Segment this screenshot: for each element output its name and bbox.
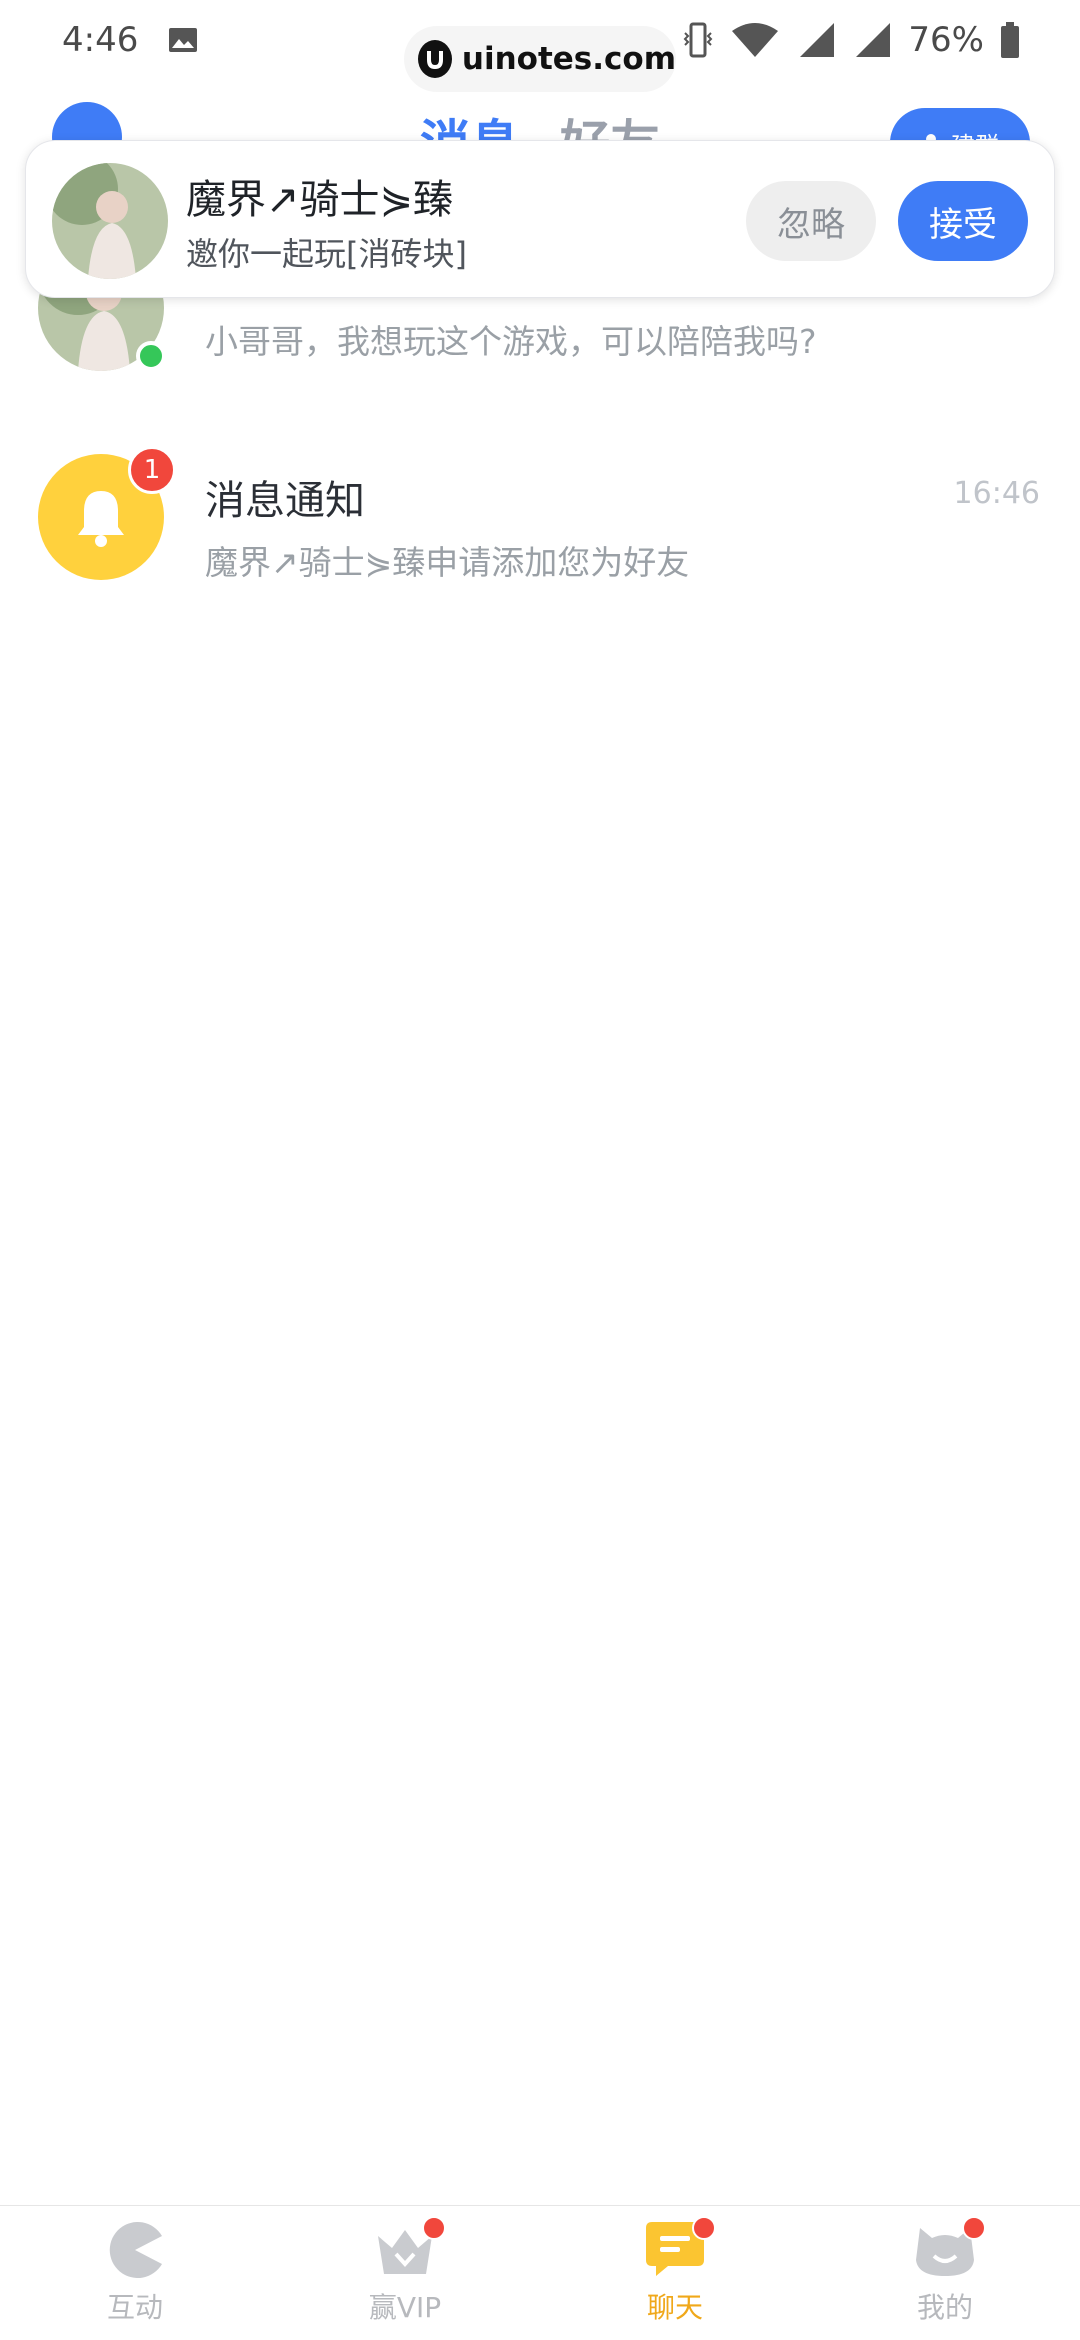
nav-red-dot	[962, 2216, 986, 2240]
nav-item-vip[interactable]: 赢VIP	[270, 2206, 540, 2340]
nav-item-chat[interactable]: 聊天	[540, 2206, 810, 2340]
accept-button[interactable]: 接受	[898, 181, 1028, 261]
chat-icon-wrap	[642, 2216, 716, 2280]
nav-item-mine[interactable]: 我的	[810, 2206, 1080, 2340]
online-status-dot	[136, 341, 166, 371]
vibrate-icon	[684, 22, 713, 58]
game-invite-popup: 魔界↗骑士⋟臻 邀你一起玩[消砖块] 忽略 接受	[25, 140, 1055, 298]
watermark: uinotes.com	[404, 26, 676, 92]
nav-label: 互动	[106, 2291, 163, 2324]
status-time: 4:46	[62, 20, 139, 60]
nav-label: 我的	[916, 2291, 973, 2324]
nav-label: 赢VIP	[368, 2291, 442, 2324]
signal-icon-2	[856, 23, 891, 57]
watermark-text: uinotes.com	[461, 41, 676, 77]
crown-icon-wrap	[372, 2216, 446, 2280]
chat-preview: 魔界↗骑士⋟臻申请添加您为好友	[205, 543, 690, 582]
unread-badge: 1	[128, 446, 176, 494]
chat-preview: 小哥哥，我想玩这个游戏，可以陪陪我吗?	[205, 322, 817, 361]
watermark-logo-icon	[418, 40, 452, 78]
battery-icon	[1001, 22, 1019, 58]
profile-icon-wrap	[912, 2216, 986, 2280]
signal-icon	[800, 23, 835, 57]
inviter-avatar	[52, 163, 168, 279]
wifi-icon	[732, 23, 779, 57]
nav-label: 聊天	[646, 2291, 703, 2324]
bell-icon	[78, 491, 124, 547]
battery-percent: 76%	[908, 20, 984, 60]
chat-title: 消息通知	[205, 478, 365, 524]
inviter-name: 魔界↗骑士⋟臻	[186, 177, 454, 223]
pacman-icon	[109, 2222, 162, 2278]
bottom-nav: 互动 赢VIP 聊天 我的	[0, 2205, 1080, 2340]
image-notification-icon	[169, 28, 198, 52]
chat-time: 16:46	[953, 476, 1040, 511]
nav-red-dot	[422, 2216, 446, 2240]
status-icons: 76%	[682, 20, 1020, 60]
notification-chat-item[interactable]: 1 消息通知 魔界↗骑士⋟臻申请添加您为好友 16:46	[0, 446, 1080, 594]
nav-red-dot	[692, 2216, 716, 2240]
ignore-button[interactable]: 忽略	[746, 181, 876, 261]
invite-message: 邀你一起玩[消砖块]	[186, 235, 467, 273]
nav-item-interact[interactable]: 互动	[0, 2206, 270, 2340]
